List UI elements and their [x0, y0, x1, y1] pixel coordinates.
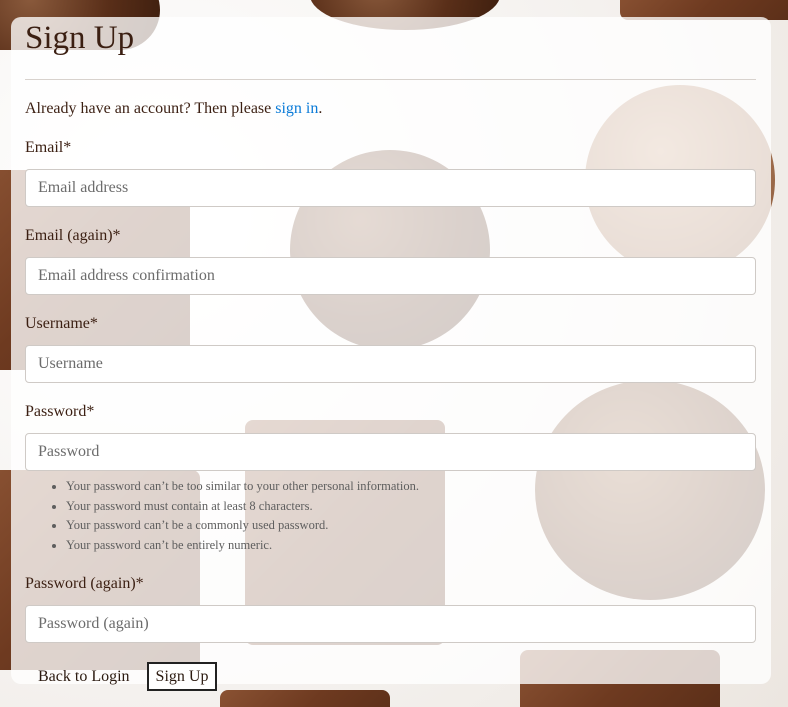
password-confirmation-input[interactable] — [25, 605, 756, 643]
password-again-label: Password (again)* — [25, 575, 144, 592]
email-confirmation-input[interactable] — [25, 257, 756, 295]
email-again-label: Email (again)* — [25, 227, 121, 244]
password-help-item: Your password can’t be a commonly used p… — [66, 516, 756, 536]
password-help-item: Your password can’t be entirely numeric. — [66, 536, 756, 556]
back-to-login-link[interactable]: Back to Login — [25, 664, 142, 690]
password-label: Password* — [25, 403, 95, 420]
signup-card: Sign Up Already have an account? Then pl… — [11, 17, 771, 691]
title-divider — [25, 79, 756, 80]
signin-note-suffix: . — [318, 100, 323, 117]
signin-note: Already have an account? Then please sig… — [25, 99, 756, 119]
signin-note-text: Already have an account? Then please — [25, 100, 276, 117]
password-input[interactable] — [25, 433, 756, 471]
email-input[interactable] — [25, 169, 756, 207]
username-label: Username* — [25, 315, 98, 332]
password-help-list: Your password can’t be too similar to yo… — [25, 477, 756, 555]
email-label: Email* — [25, 139, 72, 156]
chocolate-bar-decoration — [220, 690, 390, 707]
sign-up-button[interactable]: Sign Up — [146, 662, 218, 691]
signin-link[interactable]: sign in — [275, 100, 318, 117]
page-title: Sign Up — [25, 20, 135, 56]
password-help-item: Your password must contain at least 8 ch… — [66, 497, 756, 517]
username-input[interactable] — [25, 345, 756, 383]
form-actions: Back to Login Sign Up — [25, 662, 756, 691]
password-help-item: Your password can’t be too similar to yo… — [66, 477, 756, 497]
